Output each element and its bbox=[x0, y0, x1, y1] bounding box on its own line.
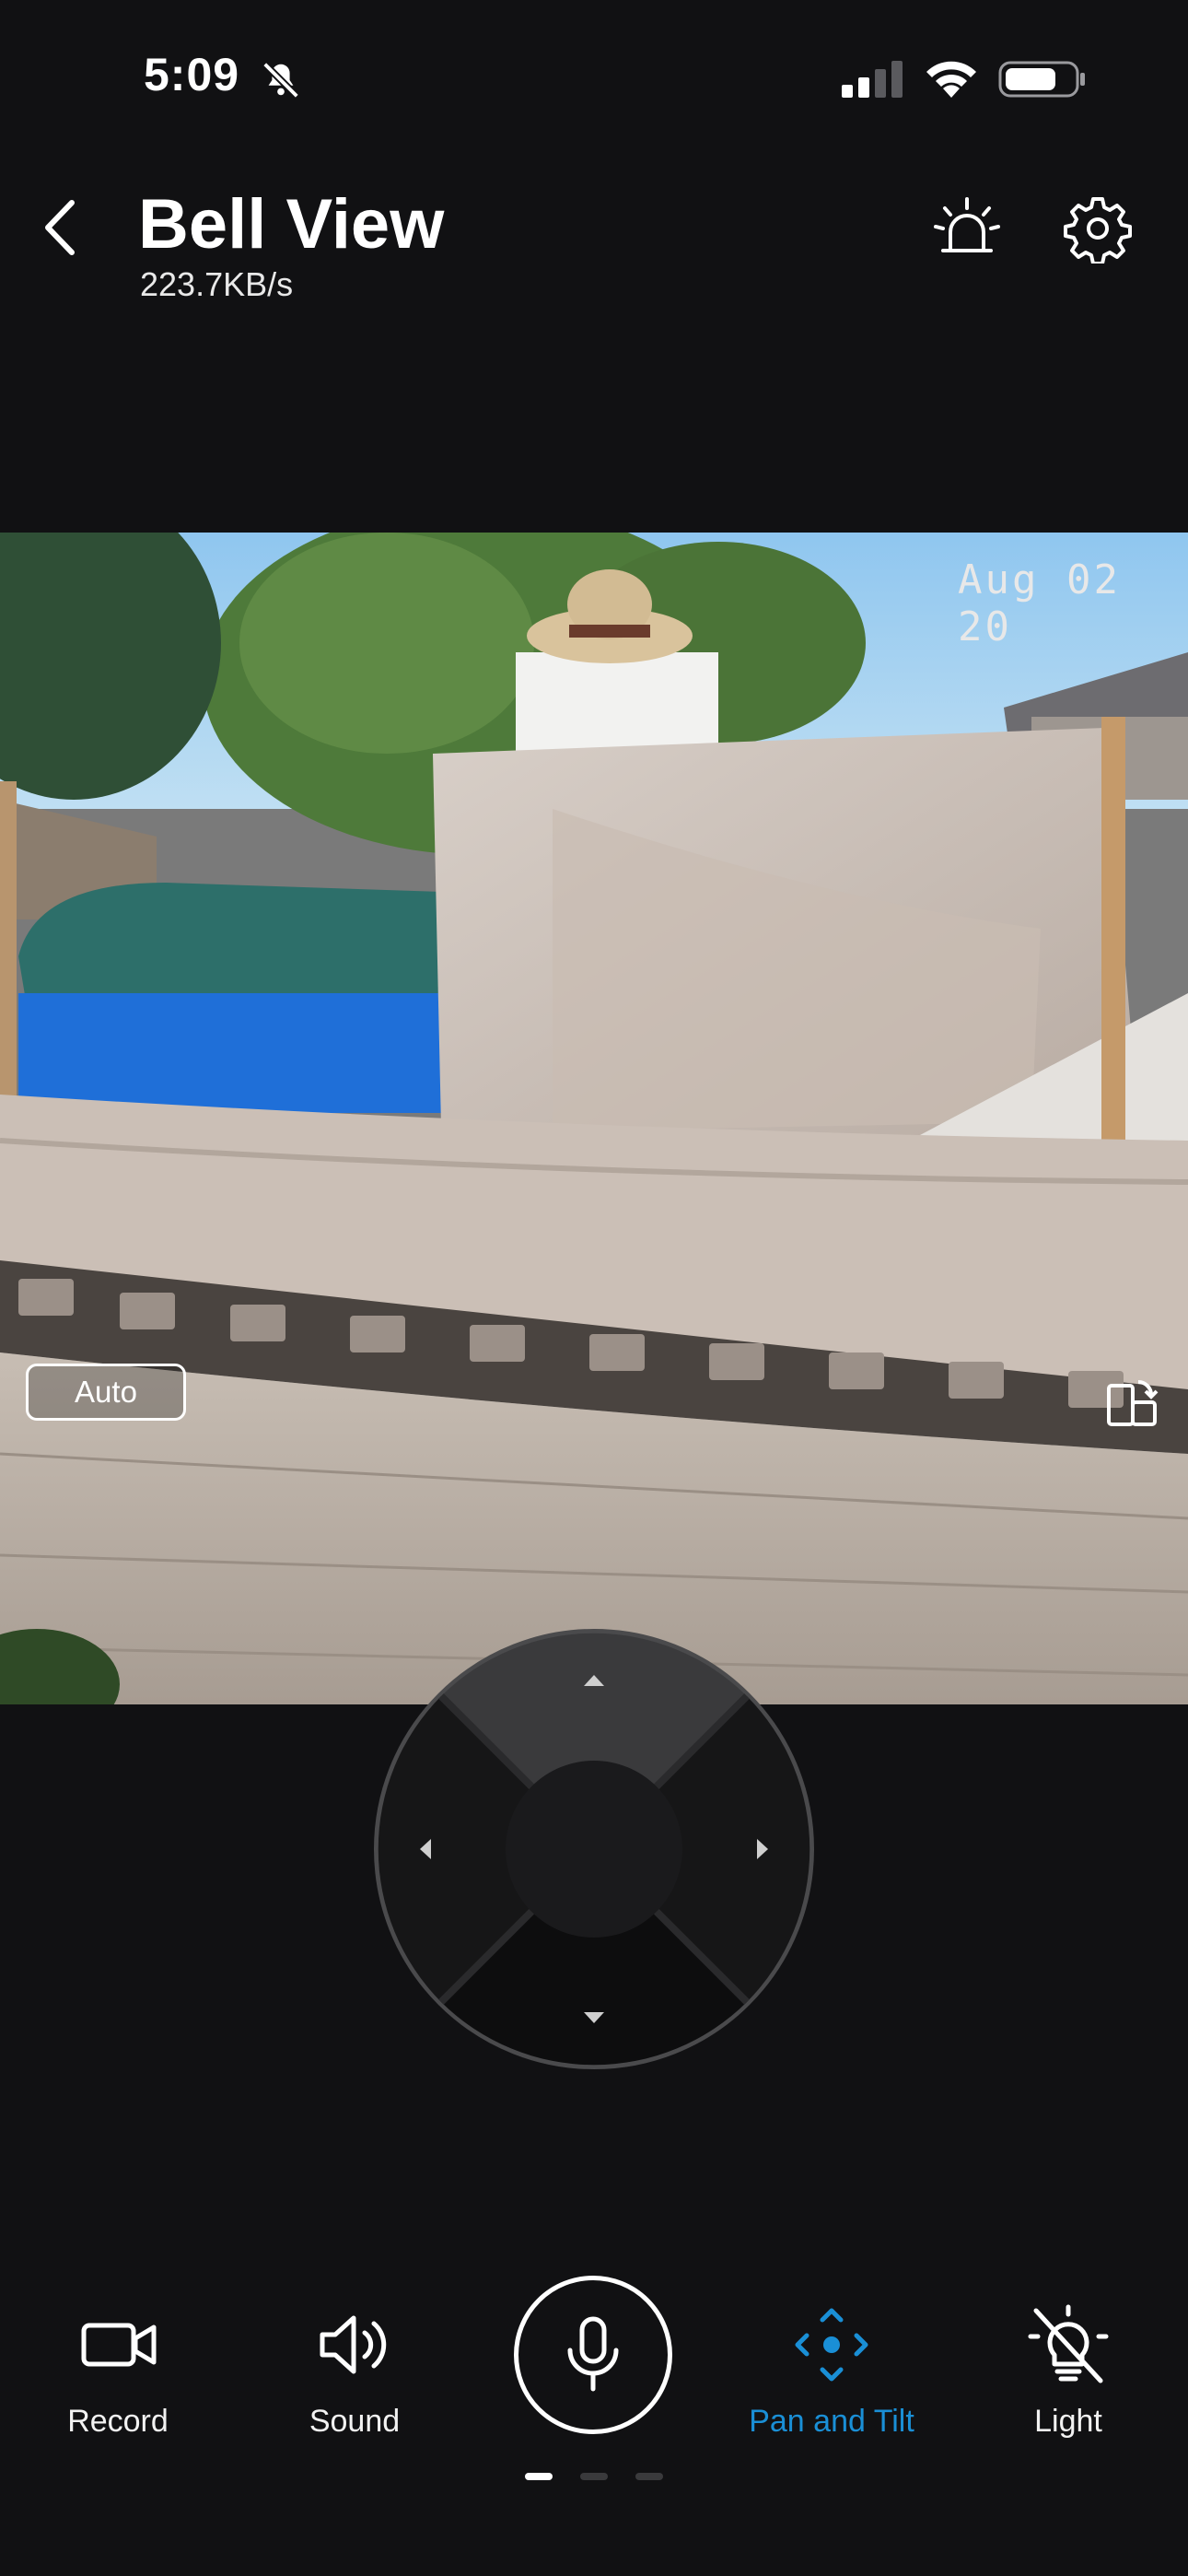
page-title: Bell View bbox=[138, 185, 445, 263]
pan-tilt-dpad[interactable] bbox=[372, 1627, 816, 2071]
bitrate-label: 223.7KB/s bbox=[140, 265, 294, 303]
video-camera-icon bbox=[81, 2323, 157, 2367]
page-dot bbox=[635, 2473, 663, 2480]
speaker-icon bbox=[320, 2315, 387, 2374]
sound-label: Sound bbox=[309, 2404, 401, 2439]
talk-microphone-button[interactable] bbox=[514, 2276, 672, 2434]
live-video-feed[interactable] bbox=[0, 533, 1188, 1704]
light-label: Light bbox=[1034, 2404, 1102, 2439]
sound-button[interactable]: Sound bbox=[267, 2303, 442, 2440]
status-time: 5:09 bbox=[144, 49, 240, 100]
page-dot bbox=[580, 2473, 608, 2480]
page-dot-active bbox=[525, 2473, 553, 2480]
video-timestamp: Aug 02 20 bbox=[958, 556, 1121, 650]
page-indicator bbox=[525, 2473, 663, 2482]
back-chevron-icon[interactable] bbox=[37, 195, 83, 260]
battery-icon bbox=[998, 61, 1085, 98]
light-off-icon bbox=[1028, 2304, 1109, 2383]
pan-and-tilt-label: Pan and Tilt bbox=[749, 2404, 914, 2439]
microphone-icon bbox=[567, 2316, 619, 2392]
record-label: Record bbox=[67, 2404, 169, 2439]
wifi-icon bbox=[926, 61, 976, 98]
bell-slash-icon bbox=[262, 62, 299, 99]
pan-tilt-icon bbox=[795, 2308, 868, 2382]
record-button[interactable]: Record bbox=[30, 2303, 205, 2440]
quality-auto-button[interactable]: Auto bbox=[26, 1364, 186, 1421]
settings-gear-icon[interactable] bbox=[1063, 193, 1133, 263]
rotate-screen-icon[interactable] bbox=[1105, 1376, 1159, 1430]
siren-alarm-icon[interactable] bbox=[932, 193, 1002, 263]
pan-and-tilt-button[interactable]: Pan and Tilt bbox=[744, 2303, 919, 2440]
light-button[interactable]: Light bbox=[981, 2303, 1156, 2440]
cellular-signal-icon bbox=[842, 61, 903, 98]
video-scene bbox=[0, 533, 1188, 1704]
